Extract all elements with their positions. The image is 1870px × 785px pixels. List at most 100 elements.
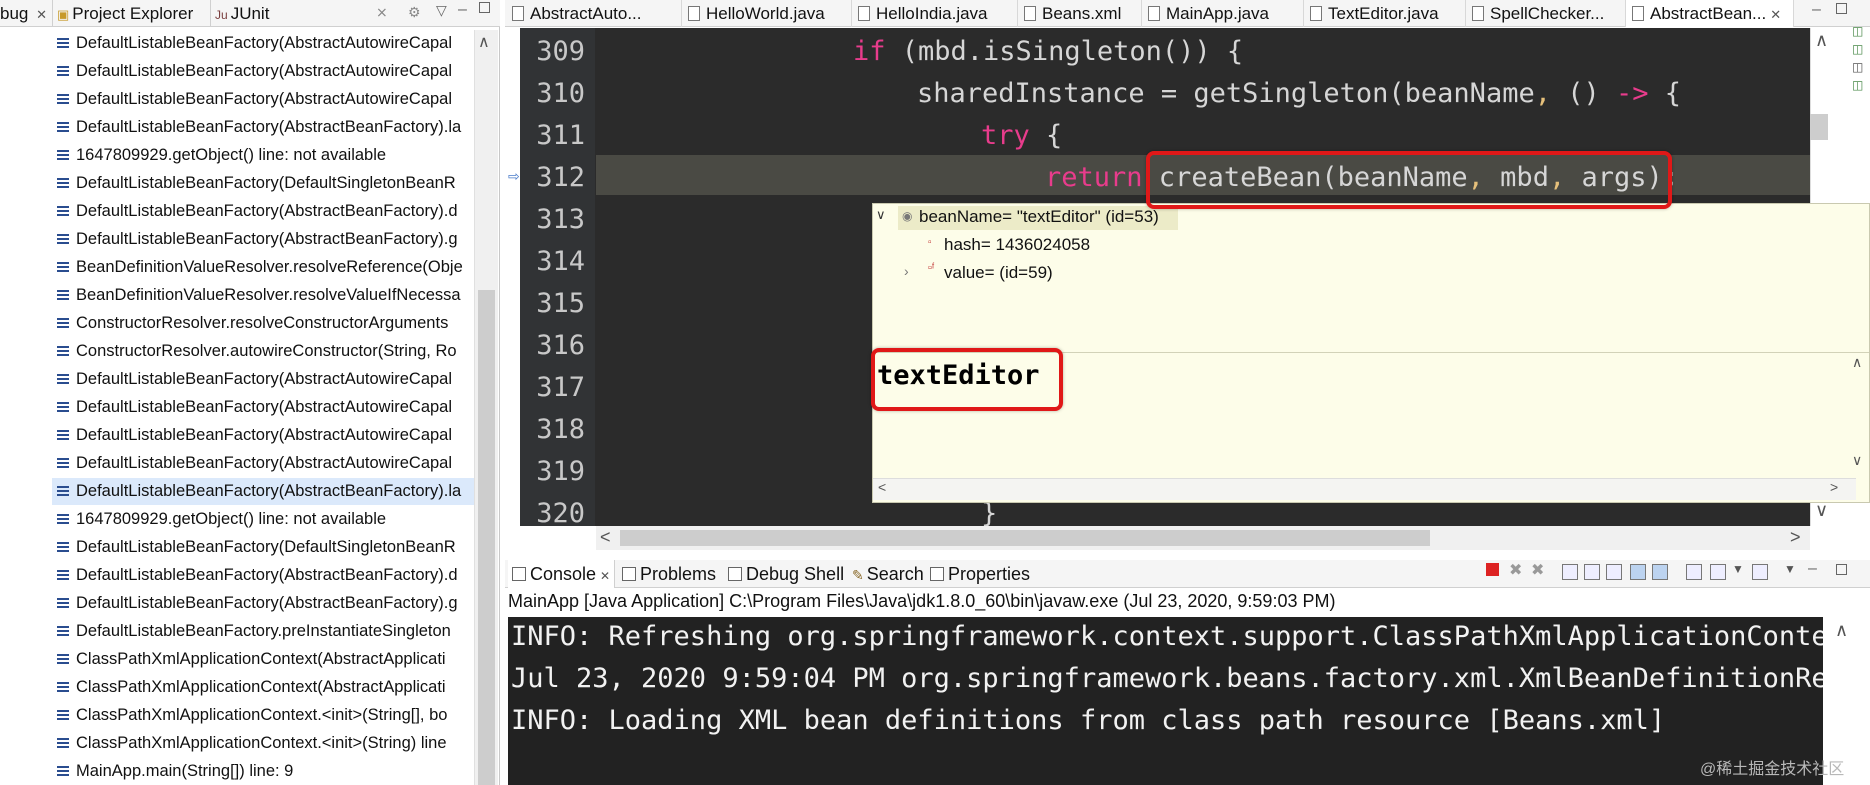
line-number: 311: [536, 120, 585, 151]
close-icon[interactable]: ✕: [600, 569, 610, 583]
code-text: {: [1648, 78, 1682, 109]
line-number: 315: [536, 288, 585, 319]
stack-frame-icon: [57, 262, 69, 272]
terminate-icon[interactable]: [1486, 563, 1499, 576]
watermark: @稀土掘金技术社区: [1700, 761, 1845, 778]
perspective-icon[interactable]: ◫: [1852, 42, 1863, 56]
tab-search[interactable]: ✎ Search: [852, 560, 924, 588]
stack-frame-icon: [57, 122, 69, 132]
stack-frame-label: DefaultListableBeanFactory(AbstractAutow…: [76, 454, 453, 472]
close-icon[interactable]: ✕: [36, 7, 47, 22]
chevron-down-icon[interactable]: ▼: [1732, 562, 1744, 576]
display-console-icon[interactable]: [1710, 564, 1726, 580]
stack-frame-label: ClassPathXmlApplicationContext(AbstractA…: [76, 678, 446, 696]
scroll-left-icon[interactable]: <: [878, 479, 886, 495]
perspective-icon[interactable]: ◫: [1852, 78, 1863, 92]
tab-beans-xml[interactable]: Beans.xml: [1018, 0, 1142, 27]
tree-node-value[interactable]: value= (id=59): [944, 263, 1053, 283]
scroll-right-icon[interactable]: >: [1790, 527, 1801, 548]
remove-launch-icon[interactable]: ✖: [1509, 560, 1522, 580]
perspective-icon[interactable]: ◫: [1852, 24, 1863, 38]
final-field-icon: ▫ᶠ: [928, 262, 935, 274]
perspective-icon[interactable]: ◫: [1852, 60, 1863, 74]
editor-scroll-thumb[interactable]: [1810, 114, 1828, 140]
chevron-down-icon[interactable]: ∨: [876, 207, 886, 223]
stack-frame-icon: [57, 38, 69, 48]
stack-list-scroll-thumb[interactable]: [478, 290, 495, 785]
stack-frame-icon: [57, 598, 69, 608]
stack-frame-label: DefaultListableBeanFactory(DefaultSingle…: [76, 174, 456, 192]
stack-frame-icon: [57, 458, 69, 468]
minimize-icon[interactable]: –: [1808, 560, 1817, 578]
tab-junit[interactable]: Ju JUnit: [210, 0, 269, 27]
scroll-lock-icon[interactable]: [1584, 564, 1600, 580]
tab-debug[interactable]: bug ✕: [0, 0, 47, 27]
tree-node-hash[interactable]: hash= 1436024058: [944, 235, 1090, 255]
scroll-up-icon[interactable]: ∧: [1852, 354, 1862, 371]
word-wrap-icon[interactable]: [1606, 564, 1622, 580]
remove-all-icon[interactable]: ✖: [1531, 560, 1544, 580]
scroll-up-icon[interactable]: ∧: [1835, 620, 1848, 641]
tab-helloindia[interactable]: HelloIndia.java: [852, 0, 1018, 27]
popup-horizontal-scrollbar[interactable]: [873, 478, 1856, 500]
search-icon: ✎: [852, 567, 864, 583]
tab-console[interactable]: Console ✕: [508, 560, 616, 588]
show-on-stdout-icon[interactable]: [1630, 564, 1646, 580]
maximize-icon[interactable]: [1836, 564, 1847, 575]
maximize-icon[interactable]: [1836, 3, 1847, 14]
stack-frame-label: MainApp.main(String[]) line: 9: [76, 762, 294, 780]
chevron-down-icon[interactable]: ▼: [1784, 562, 1796, 576]
tab-texteditor[interactable]: TextEditor.java: [1304, 0, 1466, 27]
line-number: 313: [536, 204, 585, 235]
tab-helloworld[interactable]: HelloWorld.java: [682, 0, 852, 27]
minimize-icon[interactable]: –: [458, 1, 467, 19]
tab-mainapp[interactable]: MainApp.java: [1142, 0, 1304, 27]
tab-project-explorer[interactable]: ▣ Project Explorer: [52, 0, 193, 27]
scroll-up-icon[interactable]: ∧: [478, 32, 490, 52]
stack-frame-label: BeanDefinitionValueResolver.resolveRefer…: [76, 258, 463, 276]
stack-frame-icon: [57, 374, 69, 384]
minimize-icon[interactable]: –: [1812, 1, 1821, 19]
scroll-down-icon[interactable]: ∨: [1815, 500, 1828, 521]
java-file-icon: [1310, 6, 1322, 21]
line-number: 316: [536, 330, 585, 361]
annotation-highlight-createbean: [1146, 151, 1672, 209]
tab-spellchecker[interactable]: SpellChecker...: [1466, 0, 1626, 27]
tab-abstract-bean[interactable]: AbstractBean... ✕: [1626, 0, 1794, 27]
view-menu-icon[interactable]: ⚙: [408, 4, 421, 21]
scroll-down-icon[interactable]: ∨: [1852, 452, 1862, 469]
console-line: Jul 23, 2020 9:59:04 PM org.springframew…: [511, 663, 1844, 694]
stack-frame-icon: [57, 318, 69, 328]
stack-frame-label: DefaultListableBeanFactory(AbstractBeanF…: [76, 202, 458, 220]
scroll-right-icon[interactable]: >: [1830, 479, 1838, 495]
line-number: 310: [536, 78, 585, 109]
scroll-left-icon[interactable]: <: [600, 527, 611, 548]
console-process-description: MainApp [Java Application] C:\Program Fi…: [508, 591, 1336, 611]
code-line-309: if (mbd.isSingleton()) {: [853, 36, 1243, 67]
tab-debug-shell[interactable]: Debug Shell: [728, 560, 844, 588]
code-text: {: [1029, 120, 1063, 151]
maximize-icon[interactable]: [479, 2, 490, 13]
stack-frame-label: DefaultListableBeanFactory(AbstractAutow…: [76, 398, 453, 416]
line-number: 309: [536, 36, 585, 67]
tree-node-beanname[interactable]: beanName= "textEditor" (id=53): [919, 207, 1159, 227]
show-on-stderr-icon[interactable]: [1652, 564, 1668, 580]
chevron-down-icon[interactable]: ▽: [436, 2, 447, 19]
stack-frame-label: BeanDefinitionValueResolver.resolveValue…: [76, 286, 461, 304]
scroll-up-icon[interactable]: ∧: [1815, 30, 1828, 51]
tab-label: SpellChecker...: [1490, 4, 1605, 23]
pin-console-icon[interactable]: [1686, 564, 1702, 580]
tab-abstract-auto[interactable]: AbstractAuto...: [506, 0, 682, 27]
open-console-icon[interactable]: [1752, 564, 1768, 580]
chevron-right-icon[interactable]: ›: [904, 263, 909, 279]
close-icon[interactable]: ✕: [1770, 7, 1781, 22]
editor-horizontal-scroll-thumb[interactable]: [620, 530, 1430, 546]
tab-problems[interactable]: Problems: [622, 560, 716, 588]
remove-terminated-icon[interactable]: ⨯: [376, 4, 388, 21]
stack-frame-icon: [57, 654, 69, 664]
clear-console-icon[interactable]: [1562, 564, 1578, 580]
tab-properties[interactable]: Properties: [930, 560, 1030, 588]
stack-frame-label: DefaultListableBeanFactory(AbstractAutow…: [76, 90, 453, 108]
tab-debug-label: bug: [0, 4, 29, 23]
stack-frame-label: ConstructorResolver.autowireConstructor(…: [76, 342, 457, 360]
